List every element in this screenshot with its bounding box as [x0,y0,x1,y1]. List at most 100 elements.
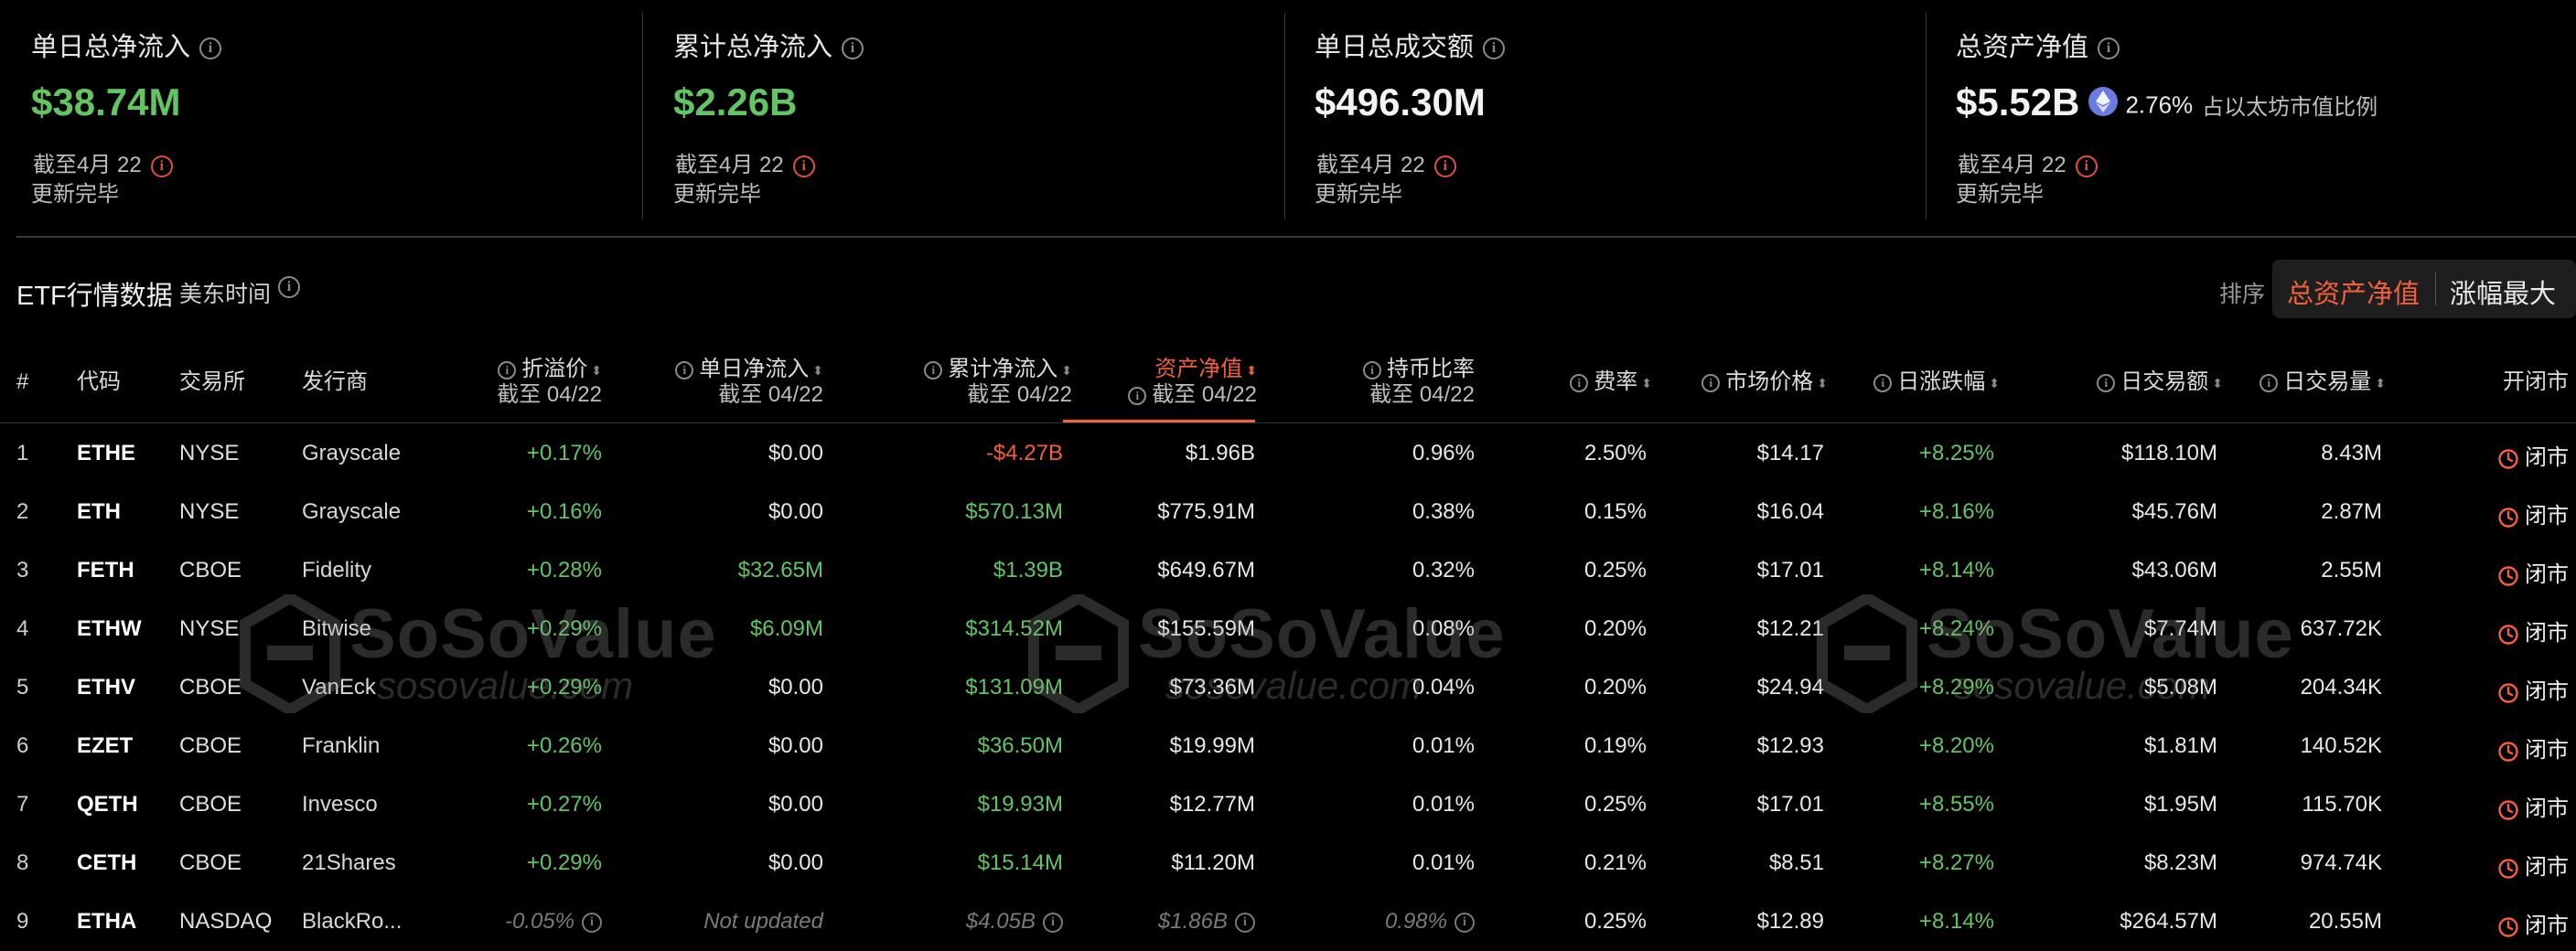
col-header-price[interactable]: i 市场价格 ⬍ [1681,369,1828,395]
cell-code[interactable]: FETH [77,558,134,583]
table-header: # 代码 交易所 发行商 i 折溢价 ⬍ 截至 04/22 i 单日净流入 ⬍ 截至 0… [0,357,2576,422]
cell-daily-inflow: $0.00 [767,733,823,758]
divider [2435,272,2436,305]
cell-turnover: $1.81M [2143,733,2217,758]
info-icon[interactable]: i [2098,37,2120,60]
cell-nav: $1.86B [1157,909,1228,934]
cell-daily-inflow: $0.00 [767,441,823,465]
cell-daily-change: +8.14% [1918,909,1994,934]
cell-fee: 0.25% [1583,792,1647,817]
info-icon[interactable]: i [1483,37,1506,60]
info-icon[interactable]: i [1454,912,1475,933]
info-icon[interactable]: i [1363,360,1381,379]
table-row[interactable]: 2 ETH NYSE Grayscale +0.16% $0.00 $570.13M $775… [0,483,2576,541]
market-status-label: 闭市 [2525,621,2569,646]
stat-value: $38.74M [31,80,181,123]
clock-icon [2498,799,2518,820]
table-row[interactable]: 8 CETH CBOE 21Shares +0.29% $0.00 $15.14M $11.2… [0,834,2576,892]
cell-nav: $155.59M [1157,616,1255,641]
market-status-label: 闭市 [2525,504,2569,529]
sort-arrows-icon: ⬍ [2212,375,2223,390]
cell-code[interactable]: ETHW [77,616,142,642]
table-row[interactable]: 6 EZET CBOE Franklin +0.26% $0.00 $36.50M $19.9… [0,717,2576,775]
cell-issuer: Grayscale [302,499,402,524]
col-header-daily-inflow[interactable]: i 单日净流入 ⬍ 截至 04/22 [659,357,823,408]
col-header-nav[interactable]: 资产净值 ⬍ i 截至 04/22 [1094,357,1257,408]
clock-icon [2498,448,2518,469]
cell-holding-ratio: 0.98% [1384,909,1447,934]
cell-turnover: $8.23M [2143,850,2217,875]
info-icon[interactable]: i [2097,373,2116,392]
cell-num: 2 [16,499,29,524]
cell-exchange: CBOE [179,792,242,817]
cell-code[interactable]: ETH [77,499,121,525]
cell-code[interactable]: ETHE [77,441,135,466]
info-icon[interactable]: i [1128,386,1147,405]
table-row[interactable]: 5 ETHV CBOE VanEck +0.29% $0.00 $131.09M $73.36… [0,658,2576,717]
cell-issuer: Fidelity [302,558,372,582]
cell-volume: 637.72K [2300,616,2382,641]
sort-option-total-nav[interactable]: 总资产净值 [2287,272,2420,311]
cell-price: $17.01 [1756,558,1824,582]
table-row[interactable]: 4 ETHW NYSE Bitwise +0.29% $6.09M $314.52M $155… [0,600,2576,658]
info-icon[interactable]: i [498,360,517,379]
col-header-premium[interactable]: i 折溢价 ⬍ 截至 04/22 [445,357,602,408]
info-icon[interactable]: i [1701,373,1721,392]
stat-status: 更新完毕 [1956,182,2044,207]
info-icon[interactable]: i [2259,373,2279,392]
cell-turnover: $45.76M [2131,499,2217,524]
cell-holding-ratio: 0.04% [1411,675,1475,700]
stat-status: 更新完毕 [673,182,761,207]
cell-code[interactable]: QETH [77,792,138,817]
warning-info-icon[interactable]: i [150,155,173,177]
cell-fee: 0.19% [1583,733,1647,758]
warning-info-icon[interactable]: i [2075,155,2098,177]
cell-cumulative-inflow: $314.52M [965,616,1063,641]
table-row[interactable]: 9 ETHA NASDAQ BlackRo... -0.05% i Not updated $… [0,892,2576,951]
cell-price: $12.89 [1756,909,1824,934]
col-header-holding-ratio[interactable]: i 持币比率 截至 04/22 [1317,357,1475,408]
cell-code[interactable]: ETHA [77,909,136,935]
info-icon[interactable]: i [278,276,300,298]
cell-code[interactable]: ETHV [77,675,135,700]
cell-code[interactable]: EZET [77,733,133,759]
cell-num: 4 [16,616,29,641]
clock-icon [2498,916,2518,937]
sort-option-top-gainers[interactable]: 涨幅最大 [2450,272,2556,311]
divider [1926,13,1927,219]
cell-nav: $12.77M [1169,792,1255,817]
cell-cumulative-inflow: $570.13M [965,499,1063,524]
cell-fee: 0.25% [1583,558,1647,582]
info-icon[interactable]: i [924,360,943,379]
cell-cumulative-inflow: $36.50M [977,733,1063,758]
col-header-cumulative-inflow[interactable]: i 累计净流入 ⬍ 截至 04/22 [906,357,1072,408]
warning-info-icon[interactable]: i [792,155,815,177]
table-row[interactable]: 7 QETH CBOE Invesco +0.27% $0.00 $19.93M $12.77… [0,775,2576,834]
info-icon[interactable]: i [1873,373,1893,392]
cell-holding-ratio: 0.01% [1411,733,1475,758]
col-header-volume[interactable]: i 日交易量 ⬍ [2239,369,2386,395]
col-header-fee[interactable]: i 费率 ⬍ [1551,369,1652,395]
stat-title: 累计总净流入 [673,33,833,62]
cell-exchange: CBOE [179,850,242,875]
warning-info-icon[interactable]: i [1433,155,1456,177]
info-icon[interactable]: i [1570,373,1589,392]
cell-volume: 2.87M [2321,499,2382,524]
info-icon[interactable]: i [842,37,864,60]
table-row[interactable]: 1 ETHE NYSE Grayscale +0.17% $0.00 -$4.27B $1.9… [0,424,2576,483]
divider [642,13,643,219]
col-header-daily-change[interactable]: i 日涨跌幅 ⬍ [1853,369,2000,395]
info-icon[interactable]: i [582,912,602,933]
table-row[interactable]: 3 FETH CBOE Fidelity +0.28% $32.65M $1.39B $649… [0,541,2576,600]
cell-code[interactable]: CETH [77,850,136,876]
info-icon[interactable]: i [1235,912,1255,933]
cell-exchange: CBOE [179,675,242,700]
cell-daily-change: +8.16% [1918,499,1994,524]
cell-holding-ratio: 0.01% [1411,792,1475,817]
info-icon[interactable]: i [675,360,694,379]
cell-daily-change: +8.24% [1918,616,1994,641]
info-icon[interactable]: i [1043,912,1063,933]
col-header-turnover[interactable]: i 日交易额 ⬍ [2077,369,2223,395]
info-icon[interactable]: i [199,37,222,60]
stat-card-total-nav: 总资产净值 i $5.52B 2.76% 占以太坊市值比例 截至4月 22 i 更新完毕 [1956,0,2569,219]
